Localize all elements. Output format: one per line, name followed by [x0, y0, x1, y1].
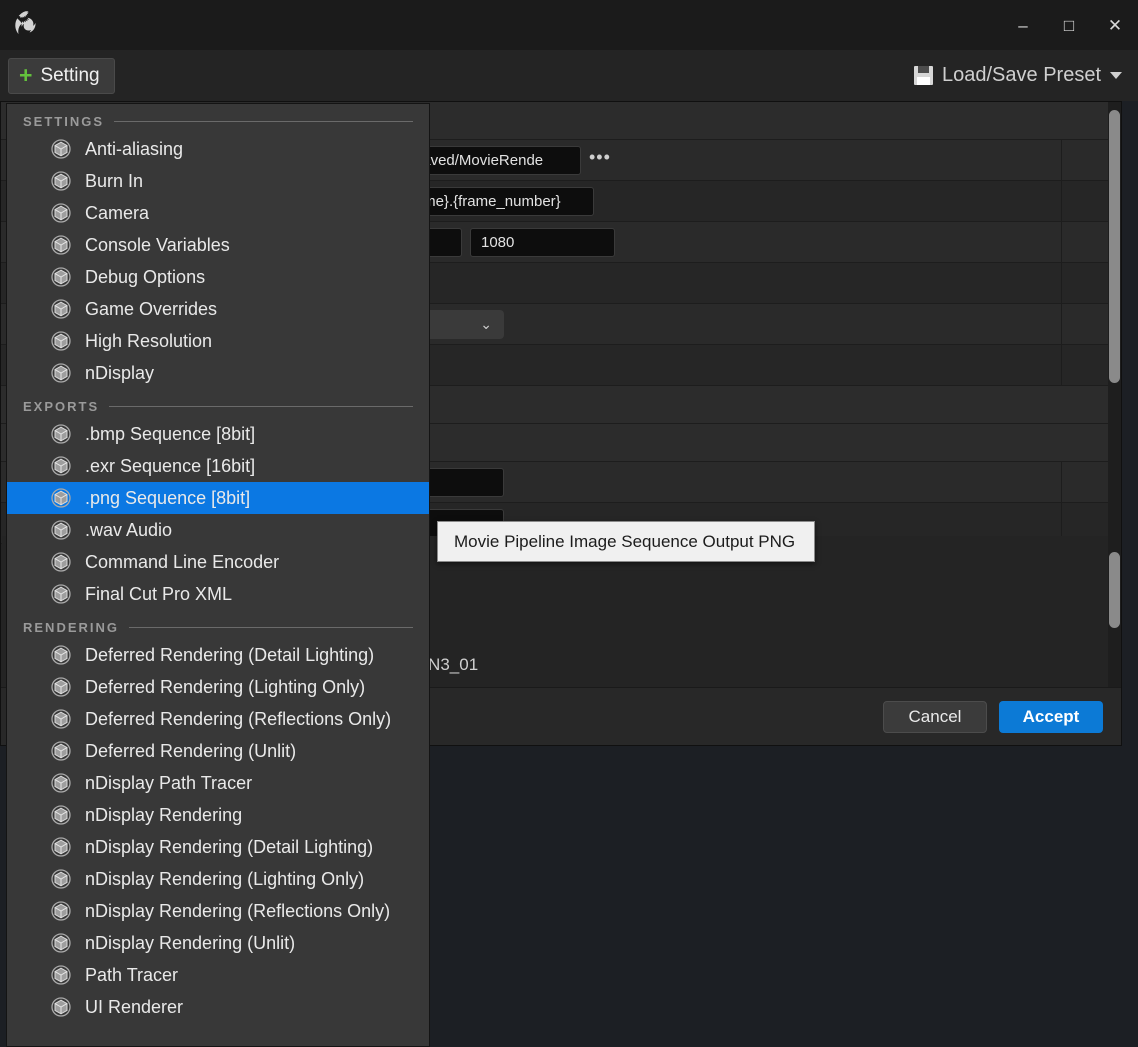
- chevron-down-icon: ⌄: [480, 315, 492, 332]
- add-setting-label: Setting: [40, 64, 100, 86]
- dropdown-item-label: Deferred Rendering (Reflections Only): [85, 708, 392, 729]
- maximize-button[interactable]: □: [1046, 0, 1092, 50]
- dropdown-item-command-line-encoder[interactable]: Command Line Encoder: [7, 546, 429, 578]
- dropdown-item-label: High Resolution: [85, 330, 213, 351]
- window-controls: – □ ✕: [1000, 0, 1138, 50]
- toolbar: + Setting Load/Save Preset: [0, 50, 1138, 101]
- dropdown-section-header: SETTINGS: [7, 104, 429, 133]
- output-resolution-height-input[interactable]: 1080: [470, 227, 615, 257]
- dropdown-item-label: Deferred Rendering (Lighting Only): [85, 676, 366, 697]
- dropdown-item-game-overrides[interactable]: Game Overrides: [7, 293, 429, 325]
- minimize-button[interactable]: –: [1000, 0, 1046, 50]
- dropdown-item-ndisplay[interactable]: nDisplay: [7, 357, 429, 389]
- settings-scrollbar-thumb[interactable]: [1109, 110, 1120, 383]
- dropdown-item-ui-renderer[interactable]: UI Renderer: [7, 991, 429, 1023]
- dropdown-item-label: nDisplay Rendering (Reflections Only): [85, 900, 391, 921]
- dropdown-item-label: Anti-aliasing: [85, 138, 184, 159]
- tooltip: Movie Pipeline Image Sequence Output PNG: [437, 521, 815, 562]
- dropdown-item-label: .png Sequence [8bit]: [85, 487, 251, 508]
- dropdown-item-camera[interactable]: Camera: [7, 197, 429, 229]
- load-save-preset-button[interactable]: Load/Save Preset: [906, 64, 1130, 87]
- dropdown-item-label: Console Variables: [85, 234, 230, 255]
- dropdown-item-high-resolution[interactable]: High Resolution: [7, 325, 429, 357]
- dropdown-item-deferred-rendering-lighting-only[interactable]: Deferred Rendering (Lighting Only): [7, 671, 429, 703]
- dropdown-item-deferred-rendering-unlit[interactable]: Deferred Rendering (Unlit): [7, 735, 429, 767]
- dropdown-item-exr-sequence-16bit[interactable]: .exr Sequence [16bit]: [7, 450, 429, 482]
- dropdown-item-label: Debug Options: [85, 266, 206, 287]
- section-divider: [109, 406, 413, 407]
- dropdown-section-label: SETTINGS: [23, 114, 105, 129]
- dropdown-item-ndisplay-rendering[interactable]: nDisplay Rendering: [7, 799, 429, 831]
- dropdown-item-anti-aliasing[interactable]: Anti-aliasing: [7, 133, 429, 165]
- dropdown-item-ndisplay-rendering-detail-lighting[interactable]: nDisplay Rendering (Detail Lighting): [7, 831, 429, 863]
- dropdown-item-deferred-rendering-reflections-only[interactable]: Deferred Rendering (Reflections Only): [7, 703, 429, 735]
- dropdown-item-ndisplay-path-tracer[interactable]: nDisplay Path Tracer: [7, 767, 429, 799]
- section-divider: [129, 627, 413, 628]
- unreal-engine-logo-icon: [0, 0, 52, 50]
- dropdown-item-burn-in[interactable]: Burn In: [7, 165, 429, 197]
- dropdown-item-label: Game Overrides: [85, 298, 218, 319]
- dropdown-item-label: UI Renderer: [85, 996, 184, 1017]
- dropdown-section-header: EXPORTS: [7, 389, 429, 418]
- dropdown-item-label: .exr Sequence [16bit]: [85, 455, 256, 476]
- dropdown-item-label: nDisplay Path Tracer: [85, 772, 253, 793]
- plus-icon: +: [19, 62, 33, 88]
- dropdown-item-label: Burn In: [85, 170, 144, 191]
- load-save-preset-label: Load/Save Preset: [942, 64, 1101, 86]
- dropdown-item-png-sequence-8bit[interactable]: .png Sequence [8bit]: [7, 482, 429, 514]
- floppy-disk-icon: [914, 66, 933, 85]
- dropdown-item-console-variables[interactable]: Console Variables: [7, 229, 429, 261]
- dropdown-item-label: Path Tracer: [85, 964, 179, 985]
- dropdown-item-ndisplay-rendering-unlit[interactable]: nDisplay Rendering (Unlit): [7, 927, 429, 959]
- section-divider: [114, 121, 413, 122]
- dropdown-section-label: EXPORTS: [23, 399, 100, 414]
- dropdown-item-label: nDisplay Rendering (Lighting Only): [85, 868, 365, 889]
- dropdown-item-ndisplay-rendering-lighting-only[interactable]: nDisplay Rendering (Lighting Only): [7, 863, 429, 895]
- dropdown-item-label: nDisplay Rendering (Unlit): [85, 932, 296, 953]
- dropdown-item-ndisplay-rendering-reflections-only[interactable]: nDisplay Rendering (Reflections Only): [7, 895, 429, 927]
- dropdown-section-label: RENDERING: [23, 620, 120, 635]
- dropdown-item-debug-options[interactable]: Debug Options: [7, 261, 429, 293]
- title-bar: – □ ✕: [0, 0, 1138, 50]
- cancel-button[interactable]: Cancel: [883, 700, 987, 733]
- dropdown-item-bmp-sequence-8bit[interactable]: .bmp Sequence [8bit]: [7, 418, 429, 450]
- ellipsis-icon[interactable]: •••: [589, 148, 611, 172]
- dropdown-item-label: nDisplay: [85, 362, 155, 383]
- dropdown-item-label: nDisplay Rendering (Detail Lighting): [85, 836, 374, 857]
- dropdown-item-wav-audio[interactable]: .wav Audio: [7, 514, 429, 546]
- dropdown-item-label: Final Cut Pro XML: [85, 583, 233, 604]
- accept-button[interactable]: Accept: [999, 700, 1103, 733]
- dropdown-section-header: RENDERING: [7, 610, 429, 639]
- help-scrollbar-thumb[interactable]: [1109, 552, 1120, 628]
- settings-dropdown-body: SETTINGS Anti-aliasing Burn In Camera Consol…: [7, 104, 429, 1023]
- dropdown-item-deferred-rendering-detail-lighting[interactable]: Deferred Rendering (Detail Lighting): [7, 639, 429, 671]
- dropdown-item-final-cut-pro-xml[interactable]: Final Cut Pro XML: [7, 578, 429, 610]
- dropdown-item-label: Command Line Encoder: [85, 551, 280, 572]
- app-window: – □ ✕ + Setting Load/Save Preset e Outpu…: [0, 0, 1138, 1047]
- dropdown-item-label: Camera: [85, 202, 150, 223]
- dropdown-item-label: nDisplay Rendering: [85, 804, 243, 825]
- close-button[interactable]: ✕: [1092, 0, 1138, 50]
- chevron-down-icon: [1110, 72, 1122, 79]
- settings-dropdown-menu: SETTINGS Anti-aliasing Burn In Camera Consol…: [6, 103, 430, 1047]
- dropdown-item-label: .bmp Sequence [8bit]: [85, 423, 256, 444]
- dropdown-item-label: Deferred Rendering (Detail Lighting): [85, 644, 375, 665]
- add-setting-button[interactable]: + Setting: [8, 57, 115, 94]
- dropdown-item-label: Deferred Rendering (Unlit): [85, 740, 297, 761]
- tooltip-text: Movie Pipeline Image Sequence Output PNG: [454, 531, 796, 551]
- dropdown-item-label: .wav Audio: [85, 519, 173, 540]
- dropdown-item-path-tracer[interactable]: Path Tracer: [7, 959, 429, 991]
